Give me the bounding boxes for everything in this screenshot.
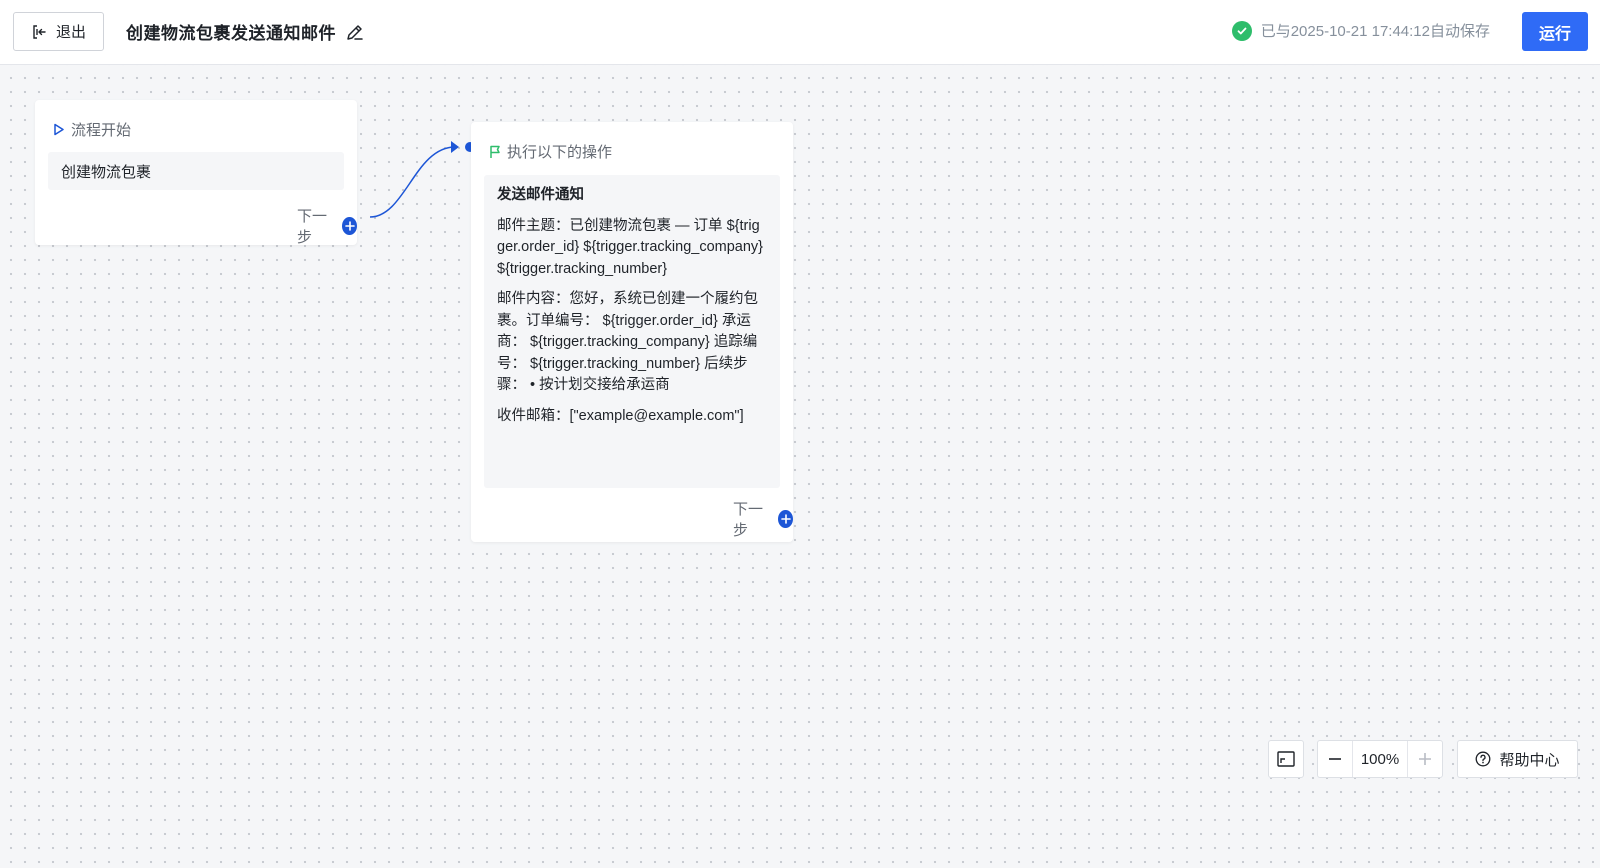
run-button[interactable]: 运行 bbox=[1522, 12, 1588, 51]
trigger-item[interactable]: 创建物流包裹 bbox=[48, 152, 344, 190]
start-node-header: 流程开始 bbox=[53, 119, 131, 140]
next-step-label: 下一步 bbox=[297, 208, 328, 246]
page-title: 创建物流包裹发送通知邮件 bbox=[126, 24, 336, 43]
flag-icon bbox=[490, 145, 500, 158]
exit-icon bbox=[33, 24, 46, 39]
edit-icon[interactable] bbox=[345, 22, 365, 42]
fit-view-icon bbox=[1277, 751, 1295, 767]
action-title: 发送邮件通知 bbox=[497, 187, 584, 203]
email-subject: 邮件主题：已创建物流包裹 — 订单 ${trigger.order_id} ${… bbox=[497, 217, 768, 277]
check-circle-icon bbox=[1231, 20, 1252, 41]
action-node[interactable]: 执行以下的操作 发送邮件通知 邮件主题：已创建物流包裹 — 订单 ${trigg… bbox=[471, 122, 793, 542]
help-icon bbox=[1476, 751, 1491, 767]
plus-icon bbox=[1419, 753, 1431, 765]
zoom-in-button[interactable] bbox=[1408, 741, 1442, 777]
top-bar: 退出 创建物流包裹发送通知邮件 已与2025-10-21 17:44:12自动保… bbox=[0, 0, 1600, 65]
start-node[interactable]: 流程开始 创建物流包裹 下一步 bbox=[35, 100, 357, 247]
exit-label: 退出 bbox=[55, 24, 86, 41]
play-icon bbox=[54, 123, 64, 136]
exit-button[interactable]: 退出 bbox=[13, 12, 104, 51]
fit-view-button[interactable] bbox=[1268, 740, 1304, 778]
start-node-title: 流程开始 bbox=[71, 122, 132, 139]
start-next-step[interactable]: 下一步 bbox=[297, 205, 357, 247]
minus-icon bbox=[1329, 758, 1341, 760]
action-next-step[interactable]: 下一步 bbox=[733, 498, 793, 540]
autosave-status: 已与2025-10-21 17:44:12自动保存 bbox=[1231, 20, 1490, 41]
help-center-button[interactable]: 帮助中心 bbox=[1457, 740, 1578, 778]
help-label: 帮助中心 bbox=[1499, 751, 1560, 769]
add-step-icon[interactable] bbox=[778, 510, 793, 528]
email-content: 邮件内容：您好，系统已创建一个履约包裹。订单编号： ${trigger.orde… bbox=[497, 291, 758, 393]
email-recipients: 收件邮箱：["example@example.com"] bbox=[497, 407, 744, 424]
action-node-header: 执行以下的操作 bbox=[489, 141, 612, 162]
autosave-text: 已与2025-10-21 17:44:12自动保存 bbox=[1260, 23, 1490, 40]
zoom-control: 100% bbox=[1317, 740, 1443, 778]
add-step-icon[interactable] bbox=[342, 217, 357, 235]
action-node-title: 执行以下的操作 bbox=[507, 144, 613, 161]
next-step-label: 下一步 bbox=[733, 501, 764, 539]
zoom-level: 100% bbox=[1352, 741, 1408, 777]
zoom-out-button[interactable] bbox=[1318, 741, 1352, 777]
email-action-card[interactable]: 发送邮件通知 邮件主题：已创建物流包裹 — 订单 ${trigger.order… bbox=[484, 175, 780, 488]
